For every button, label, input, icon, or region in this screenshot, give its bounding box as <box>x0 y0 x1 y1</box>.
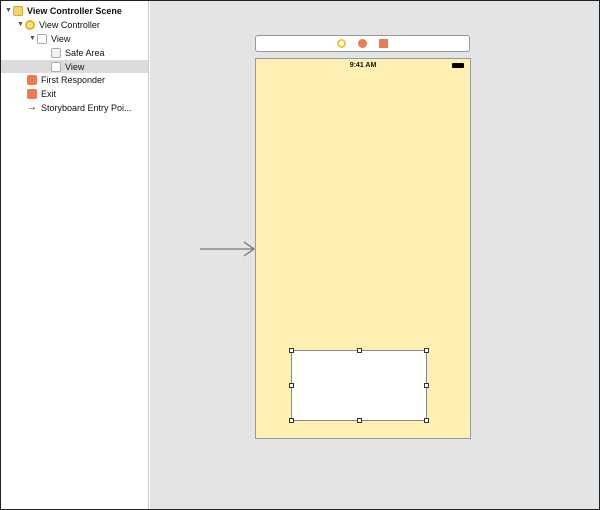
outline-view[interactable]: ▼ View <box>1 32 148 45</box>
selected-subview[interactable] <box>289 348 429 423</box>
resize-handle[interactable] <box>357 348 362 353</box>
view-controller-icon <box>25 19 35 30</box>
outline-label: Exit <box>41 88 57 99</box>
resize-handle[interactable] <box>289 418 294 423</box>
scene-dock <box>255 35 470 52</box>
view-icon <box>51 61 61 72</box>
exit-icon <box>27 88 37 99</box>
resize-handle[interactable] <box>357 418 362 423</box>
first-responder-icon[interactable] <box>358 39 367 48</box>
safe-area-icon <box>51 47 61 58</box>
outline-label: View Controller <box>39 19 100 30</box>
document-outline: ▼ View Controller Scene ▼ View Controlle… <box>1 1 149 509</box>
disclosure-triangle-icon[interactable]: ▼ <box>29 35 37 42</box>
outline-exit[interactable]: Exit <box>1 87 148 100</box>
outline-label: Safe Area <box>65 47 105 58</box>
view-controller-icon[interactable] <box>337 39 346 48</box>
resize-handle[interactable] <box>289 383 294 388</box>
first-responder-icon <box>27 74 37 85</box>
battery-icon <box>452 63 464 68</box>
status-bar-time: 9:41 AM <box>349 62 377 69</box>
view-controller-view[interactable]: 9:41 AM <box>255 58 471 439</box>
outline-subview[interactable]: View <box>1 60 148 73</box>
view-icon <box>37 33 47 44</box>
outline-entry-point[interactable]: → Storyboard Entry Poi... <box>1 101 148 114</box>
outline-first-responder[interactable]: First Responder <box>1 73 148 86</box>
outline-scene[interactable]: ▼ View Controller Scene <box>1 4 148 17</box>
outline-label: View Controller Scene <box>27 5 122 16</box>
resize-handle[interactable] <box>424 418 429 423</box>
outline-view-controller[interactable]: ▼ View Controller <box>1 18 148 31</box>
outline-safe-area[interactable]: Safe Area <box>1 46 148 59</box>
outline-label: View <box>65 61 85 72</box>
exit-icon[interactable] <box>379 39 388 48</box>
disclosure-triangle-icon[interactable]: ▼ <box>5 7 13 14</box>
outline-label: First Responder <box>41 74 106 85</box>
outline-label: Storyboard Entry Poi... <box>41 102 132 113</box>
outline-label: View <box>51 33 71 44</box>
arrow-right-icon: → <box>27 102 37 113</box>
scene-icon <box>13 5 23 16</box>
resize-handle[interactable] <box>424 348 429 353</box>
entry-point-arrow-icon[interactable] <box>200 241 258 257</box>
resize-handle[interactable] <box>289 348 294 353</box>
resize-handle[interactable] <box>424 383 429 388</box>
disclosure-triangle-icon[interactable]: ▼ <box>17 21 25 28</box>
